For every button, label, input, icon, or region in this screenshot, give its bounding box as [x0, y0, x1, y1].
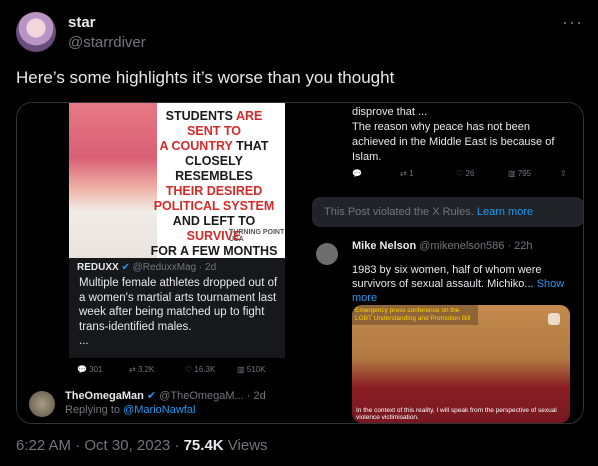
views-count: 75.4K: [183, 437, 224, 454]
like-icon: ♡ 26: [456, 169, 475, 178]
conference-banner: Emergency press conference on the LGBT U…: [352, 305, 478, 325]
retweet-icon: ⇄ 3.2K: [129, 365, 155, 374]
share-icon: ⇪: [560, 169, 567, 178]
replying-to: Replying to @MarioNawfal: [65, 404, 196, 416]
right-post-text: disprove that ... The reason why peace h…: [352, 106, 555, 163]
verified-icon: ✔: [121, 262, 130, 273]
meme-logo: TURNING POINT USA: [229, 229, 285, 243]
reply-icon: 💬 301: [77, 365, 103, 374]
right-stats-row: 💬 ⇄ 1 ♡ 26 ▥ 795 ⇪: [352, 169, 582, 181]
like-icon: ♡ 16.3K: [185, 365, 216, 374]
media-image-right[interactable]: disprove that ... The reason why peace h…: [302, 103, 583, 423]
violation-notice: This Post violated the X Rules. Learn mo…: [312, 197, 583, 227]
learn-more-link[interactable]: Learn more: [477, 206, 533, 218]
reply-avatar[interactable]: [29, 391, 55, 417]
author-handle[interactable]: @starrdiver: [68, 34, 146, 51]
conference-caption: In the context of this reality, I will s…: [356, 407, 557, 421]
post-footer: 6:22 AM · Oct 30, 2023 · 75.4K Views: [16, 437, 268, 454]
conference-photo[interactable]: Emergency press conference on the LGBT U…: [352, 305, 570, 423]
quoted-stats-row: 💬 301 ⇄ 3.2K ♡ 16.3K ▥ 510K: [77, 365, 297, 377]
quoted-source: REDUXX ✔ @ReduxxMag · 2d: [77, 262, 217, 273]
media-image-left[interactable]: STUDENTS ARE SENT TO A COUNTRY THAT CLOS…: [17, 103, 299, 423]
views-icon: ▥ 795: [508, 169, 532, 178]
post-media[interactable]: STUDENTS ARE SENT TO A COUNTRY THAT CLOS…: [16, 102, 584, 424]
reply-icon: 💬: [352, 169, 362, 178]
author-name[interactable]: star: [68, 14, 96, 31]
mike-text: 1983 by six women, half of whom were sur…: [352, 264, 565, 304]
reply-author[interactable]: TheOmegaMan ✔ @TheOmegaM... · 2d: [65, 389, 266, 402]
meme-photo: [69, 103, 157, 258]
retweet-icon: ⇄ 1: [400, 169, 414, 178]
alt-icon: [548, 313, 560, 325]
mike-avatar[interactable]: [316, 243, 338, 265]
verified-icon: ✔: [146, 390, 157, 402]
more-options-icon[interactable]: ···: [562, 12, 583, 33]
mike-author[interactable]: Mike Nelson @mikenelson586 · 22h: [352, 240, 533, 252]
author-avatar[interactable]: [16, 12, 56, 52]
quoted-text: Multiple female athletes dropped out of …: [79, 277, 278, 347]
quoted-post: REDUXX ✔ @ReduxxMag · 2d Multiple female…: [69, 258, 285, 358]
meme-image: STUDENTS ARE SENT TO A COUNTRY THAT CLOS…: [69, 103, 285, 258]
views-icon: ▥ 510K: [237, 365, 266, 374]
post-text: Here’s some highlights it’s worse than y…: [16, 68, 395, 87]
